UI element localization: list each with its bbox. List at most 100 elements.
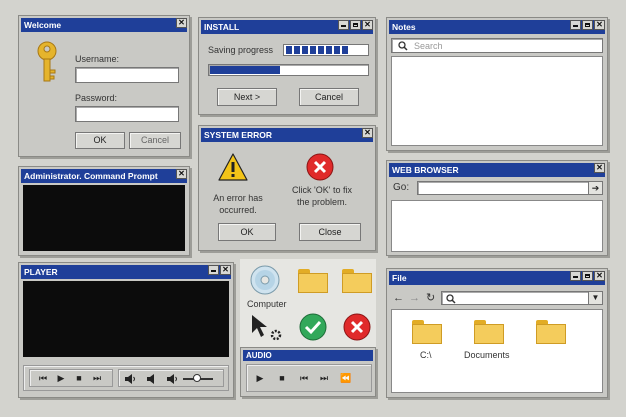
password-label: Password: — [75, 93, 118, 103]
play-icon[interactable]: ▶ — [54, 371, 68, 385]
search-input[interactable]: Search — [391, 38, 603, 53]
ok-button[interactable]: OK — [218, 223, 276, 241]
browser-content[interactable] — [391, 200, 603, 252]
close-icon[interactable]: ✕ — [220, 265, 231, 275]
cancel-icon — [343, 313, 371, 341]
next-icon[interactable]: ⏭ — [90, 371, 104, 385]
play-icon[interactable]: ▶ — [253, 371, 267, 385]
next-icon[interactable]: ⏭ — [317, 371, 331, 385]
maximize-icon[interactable] — [582, 271, 593, 281]
volume-slider[interactable] — [183, 374, 213, 382]
audio-titlebar[interactable]: AUDIO — [243, 350, 373, 361]
maximize-icon[interactable] — [582, 20, 593, 30]
folder-label: C:\ — [420, 350, 432, 360]
warning-icon — [218, 153, 248, 181]
rewind-icon[interactable]: ⏪ — [339, 371, 353, 385]
minimize-icon[interactable] — [570, 20, 581, 30]
window-title: INSTALL — [204, 22, 240, 32]
close-icon[interactable]: ✕ — [176, 169, 187, 179]
window-title: PLAYER — [24, 267, 58, 277]
command-console[interactable] — [23, 185, 185, 251]
icons-panel: Computer — [240, 259, 376, 349]
welcome-window: Welcome ✕ Username: Password: OK Cancel — [18, 15, 190, 157]
folder-label: Documents — [464, 350, 510, 360]
close-icon[interactable]: ✕ — [362, 20, 373, 30]
welcome-titlebar[interactable]: Welcome — [21, 18, 187, 32]
close-icon[interactable]: ✕ — [362, 128, 373, 138]
minimize-icon[interactable] — [570, 271, 581, 281]
folder-icon[interactable] — [298, 269, 328, 293]
cd-icon[interactable] — [250, 265, 280, 295]
cancel-button[interactable]: Cancel — [299, 88, 359, 106]
volume-down-icon[interactable] — [147, 374, 156, 384]
notes-window: Notes ✕ Search — [386, 17, 608, 151]
window-title: File — [392, 273, 407, 283]
folder-icon[interactable] — [342, 269, 372, 293]
file-browser-content[interactable]: C:\ Documents — [391, 309, 603, 393]
back-icon[interactable]: ← — [393, 292, 404, 304]
path-input[interactable]: ▼ — [441, 291, 603, 305]
stop-icon[interactable]: ■ — [275, 371, 289, 385]
progress-fill — [210, 66, 280, 74]
maximize-icon[interactable] — [350, 20, 361, 30]
search-placeholder: Search — [414, 41, 443, 51]
minimize-icon[interactable] — [338, 20, 349, 30]
volume-slider-knob[interactable] — [192, 374, 201, 382]
window-title: Notes — [392, 22, 416, 32]
go-button[interactable]: ➔ — [588, 182, 602, 194]
close-button[interactable]: Close — [299, 223, 361, 241]
player-controls: ⏮ ▶ ■ ⏭ — [23, 365, 229, 391]
web-browser-window: WEB BROWSER ✕ Go: ➔ — [386, 160, 608, 256]
window-title: WEB BROWSER — [392, 165, 459, 175]
audio-controls: ▶ ■ ⏮ ⏭ ⏪ — [246, 364, 372, 392]
transport-group: ⏮ ▶ ■ ⏭ — [29, 369, 113, 387]
video-screen[interactable] — [23, 281, 229, 357]
key-icon — [37, 41, 57, 82]
cursor-busy-icon — [252, 315, 282, 341]
volume-group — [118, 369, 224, 387]
search-icon — [398, 41, 408, 51]
system-error-window: SYSTEM ERROR ✕ An error has occurred. Cl… — [198, 125, 376, 251]
check-icon — [299, 313, 327, 341]
player-titlebar[interactable]: PLAYER — [21, 265, 231, 279]
speaker-icon[interactable] — [125, 374, 136, 384]
prev-icon[interactable]: ⏮ — [36, 371, 50, 385]
refresh-icon[interactable]: ↻ — [426, 291, 435, 304]
close-icon[interactable]: ✕ — [594, 271, 605, 281]
go-label: Go: — [393, 182, 410, 193]
ok-button[interactable]: OK — [75, 132, 125, 149]
close-icon[interactable]: ✕ — [594, 20, 605, 30]
error-message-1: An error has occurred. — [213, 193, 263, 215]
cancel-button[interactable]: Cancel — [129, 132, 181, 149]
volume-up-icon[interactable] — [167, 374, 178, 384]
error-icon — [306, 153, 334, 181]
file-window: File ✕ ← → ↻ ▼ C:\ Documents — [386, 268, 608, 398]
dropdown-button[interactable]: ▼ — [588, 292, 602, 304]
folder-icon[interactable] — [536, 320, 566, 344]
install-window: INSTALL ✕ Saving progress Next > Cancel — [198, 17, 376, 115]
arrow-right-icon: ➔ — [591, 183, 600, 193]
cmd-titlebar[interactable]: Administrator. Command Prompt — [21, 169, 187, 183]
browser-titlebar[interactable]: WEB BROWSER — [389, 163, 605, 177]
audio-window: AUDIO ▶ ■ ⏮ ⏭ ⏪ — [240, 347, 376, 397]
url-input[interactable]: ➔ — [417, 181, 603, 195]
search-icon — [446, 294, 456, 304]
window-title: Administrator. Command Prompt — [24, 171, 158, 181]
computer-label: Computer — [247, 299, 287, 309]
forward-icon[interactable]: → — [409, 292, 420, 304]
folder-icon[interactable] — [412, 320, 442, 344]
folder-icon[interactable] — [474, 320, 504, 344]
close-icon[interactable]: ✕ — [176, 18, 187, 28]
prev-icon[interactable]: ⏮ — [297, 371, 311, 385]
error-message-2: Click 'OK' to fix the problem. — [292, 185, 352, 207]
password-field[interactable] — [75, 106, 179, 122]
notes-text-area[interactable] — [391, 56, 603, 146]
command-prompt-window: Administrator. Command Prompt ✕ — [18, 166, 190, 256]
minimize-icon[interactable] — [208, 265, 219, 275]
error-titlebar[interactable]: SYSTEM ERROR — [201, 128, 373, 142]
next-button[interactable]: Next > — [217, 88, 277, 106]
segmented-progress-icon — [283, 44, 369, 56]
username-field[interactable] — [75, 67, 179, 83]
stop-icon[interactable]: ■ — [72, 371, 86, 385]
close-icon[interactable]: ✕ — [594, 163, 605, 173]
